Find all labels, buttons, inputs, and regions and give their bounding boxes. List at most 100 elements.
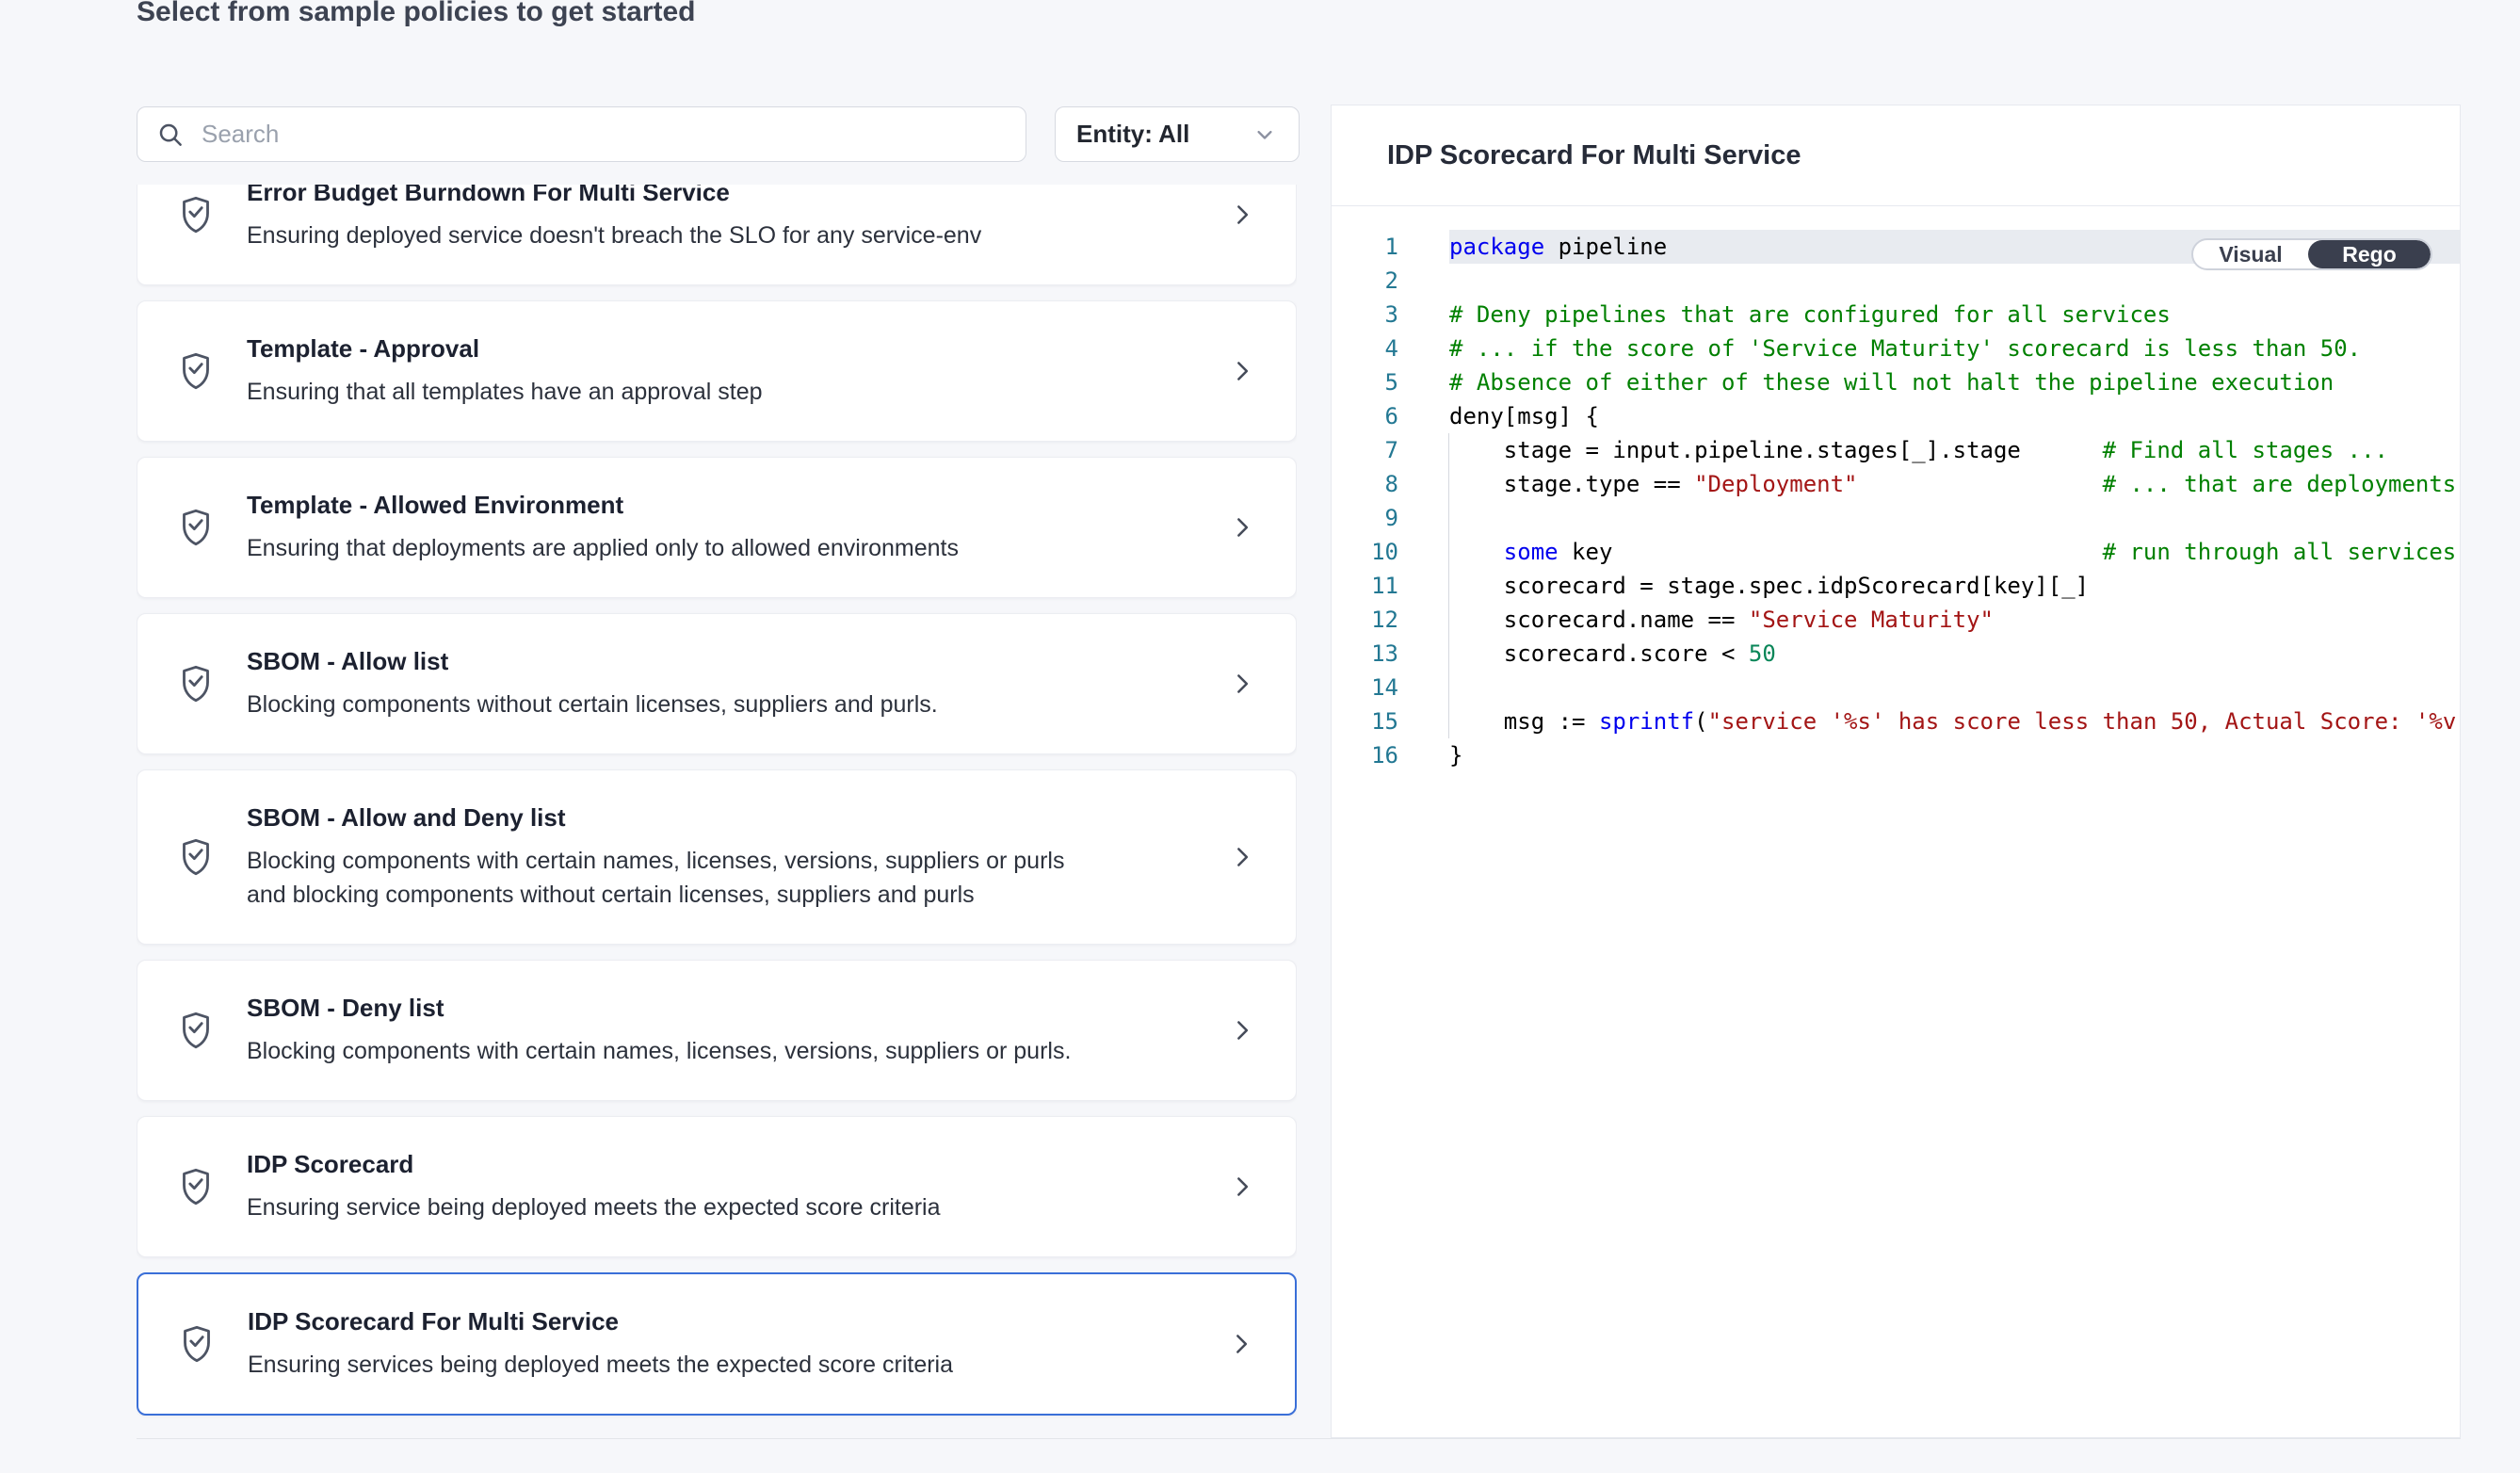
- rego-code-editor[interactable]: 1package pipeline23# Deny pipelines that…: [1332, 206, 2460, 1437]
- search-icon: [156, 121, 185, 149]
- policy-card[interactable]: Template - Approval Ensuring that all tem…: [137, 300, 1297, 442]
- code-line: 8 stage.type == "Deployment" # ... that …: [1332, 467, 2460, 501]
- shield-check-icon: [177, 836, 215, 878]
- code-line: 12 scorecard.name == "Service Maturity": [1332, 603, 2460, 637]
- policy-card-text: SBOM - Deny listBlocking components with…: [247, 993, 1071, 1068]
- entity-filter-label: Entity: All: [1076, 120, 1189, 149]
- sample-policies-page: { "page": { "title": "Select from sample…: [0, 0, 2520, 1473]
- shield-check-icon: [177, 1010, 215, 1051]
- code-text: stage = input.pipeline.stages[_].stage #…: [1449, 433, 2460, 467]
- shield-check-icon: [177, 1166, 215, 1207]
- policy-card-text: SBOM - Allow list Blocking components wit…: [247, 646, 938, 721]
- policy-list: Error Budget Burndown For Multi Service E…: [137, 185, 1297, 1416]
- entity-filter-dropdown[interactable]: Entity: All: [1055, 106, 1300, 162]
- chevron-right-icon: [1228, 1171, 1256, 1203]
- policy-title: Error Budget Burndown For Multi Service: [247, 185, 981, 207]
- policy-card-text: IDP Scorecard For Multi Service Ensuring …: [248, 1306, 953, 1382]
- code-line: 10 some key # run through all services: [1332, 535, 2460, 569]
- search-box[interactable]: [137, 106, 1026, 162]
- detail-title: IDP Scorecard For Multi Service: [1387, 140, 1801, 171]
- view-mode-toggle[interactable]: VisualRego: [2191, 238, 2432, 270]
- chevron-right-icon: [1228, 668, 1256, 700]
- line-number: 10: [1332, 539, 1449, 565]
- code-text: # Deny pipelines that are configured for…: [1449, 298, 2460, 332]
- policy-card-text: IDP Scorecard Ensuring service being depl…: [247, 1149, 941, 1224]
- code-line: 14: [1332, 671, 2460, 704]
- policy-card[interactable]: IDP Scorecard For Multi Service Ensuring …: [137, 1272, 1297, 1416]
- code-line: 5# Absence of either of these will not h…: [1332, 365, 2460, 399]
- code-text: [1449, 501, 2460, 535]
- policy-card[interactable]: Error Budget Burndown For Multi Service E…: [137, 185, 1297, 285]
- policy-title: SBOM - Allow and Deny list: [247, 802, 1099, 833]
- line-number: 7: [1332, 437, 1449, 463]
- policy-detail-panel: IDP Scorecard For Multi Service 1package…: [1331, 105, 2461, 1438]
- policy-card-text: Template - Allowed Environment Ensuring t…: [247, 490, 959, 565]
- policy-card[interactable]: IDP Scorecard Ensuring service being depl…: [137, 1116, 1297, 1257]
- code-text: scorecard = stage.spec.idpScorecard[key]…: [1449, 569, 2460, 603]
- indent-guide: [1448, 433, 1449, 738]
- chevron-right-icon: [1228, 511, 1256, 543]
- line-number: 2: [1332, 267, 1449, 294]
- policy-description: Blocking components with certain names, …: [247, 1034, 1071, 1068]
- chevron-right-icon: [1228, 199, 1256, 231]
- line-number: 14: [1332, 674, 1449, 701]
- line-number: 16: [1332, 742, 1449, 769]
- chevron-right-icon: [1228, 841, 1256, 873]
- code-line: 7 stage = input.pipeline.stages[_].stage…: [1332, 433, 2460, 467]
- policy-description: Ensuring that deployments are applied on…: [247, 531, 959, 565]
- code-line: 15 msg := sprintf("service '%s' has scor…: [1332, 704, 2460, 738]
- code-lines: 1package pipeline23# Deny pipelines that…: [1332, 230, 2460, 772]
- line-number: 15: [1332, 708, 1449, 735]
- policy-title: IDP Scorecard: [247, 1149, 941, 1179]
- line-number: 6: [1332, 403, 1449, 429]
- code-text: stage.type == "Deployment" # ... that ar…: [1449, 467, 2460, 501]
- shield-check-icon: [178, 1323, 216, 1365]
- code-text: scorecard.name == "Service Maturity": [1449, 603, 2460, 637]
- policy-title: Template - Allowed Environment: [247, 490, 959, 520]
- code-text: [1449, 671, 2460, 704]
- code-line: 6deny[msg] {: [1332, 399, 2460, 433]
- policy-list-viewport[interactable]: Error Budget Burndown For Multi Service E…: [137, 185, 1297, 1438]
- chevron-down-icon: [1252, 121, 1278, 148]
- policy-title: Template - Approval: [247, 333, 763, 364]
- policy-card-text: SBOM - Allow and Deny list Blocking compo…: [247, 802, 1099, 912]
- detail-header: IDP Scorecard For Multi Service: [1332, 105, 2460, 206]
- line-number: 4: [1332, 335, 1449, 362]
- line-number: 11: [1332, 573, 1449, 599]
- policy-card-text: Template - Approval Ensuring that all tem…: [247, 333, 763, 409]
- policy-card[interactable]: SBOM - Deny listBlocking components with…: [137, 960, 1297, 1101]
- policy-description: Ensuring services being deployed meets t…: [248, 1348, 953, 1382]
- code-text: some key # run through all services: [1449, 535, 2460, 569]
- code-text: msg := sprintf("service '%s' has score l…: [1449, 704, 2460, 738]
- view-toggle-visual-button[interactable]: Visual: [2193, 240, 2308, 268]
- shield-check-icon: [177, 350, 215, 392]
- code-text: deny[msg] {: [1449, 399, 2460, 433]
- bottom-divider: [137, 1438, 2461, 1439]
- line-number: 8: [1332, 471, 1449, 497]
- code-line: 9: [1332, 501, 2460, 535]
- policy-title: SBOM - Allow list: [247, 646, 938, 676]
- code-line: 3# Deny pipelines that are configured fo…: [1332, 298, 2460, 332]
- policy-description: Ensuring deployed service doesn't breach…: [247, 219, 981, 252]
- chevron-right-icon: [1228, 1014, 1256, 1046]
- shield-check-icon: [177, 507, 215, 548]
- shield-check-icon: [177, 194, 215, 235]
- line-number: 5: [1332, 369, 1449, 396]
- policy-title: IDP Scorecard For Multi Service: [248, 1306, 953, 1336]
- policy-description: Ensuring service being deployed meets th…: [247, 1190, 941, 1224]
- policy-list-toolbar: Entity: All: [137, 106, 1300, 162]
- policy-description: Ensuring that all templates have an appr…: [247, 375, 763, 409]
- code-line: 16}: [1332, 738, 2460, 772]
- shield-check-icon: [177, 663, 215, 704]
- policy-description: Blocking components with certain names, …: [247, 844, 1099, 912]
- search-input[interactable]: [200, 119, 1007, 150]
- policy-card[interactable]: SBOM - Allow and Deny list Blocking compo…: [137, 769, 1297, 945]
- page-title: Select from sample policies to get start…: [137, 0, 696, 30]
- policy-card[interactable]: SBOM - Allow list Blocking components wit…: [137, 613, 1297, 754]
- view-toggle-rego-button[interactable]: Rego: [2308, 240, 2431, 268]
- policy-description: Blocking components without certain lice…: [247, 688, 938, 721]
- chevron-right-icon: [1228, 355, 1256, 387]
- chevron-right-icon: [1227, 1328, 1255, 1360]
- line-number: 3: [1332, 301, 1449, 328]
- policy-card[interactable]: Template - Allowed Environment Ensuring t…: [137, 457, 1297, 598]
